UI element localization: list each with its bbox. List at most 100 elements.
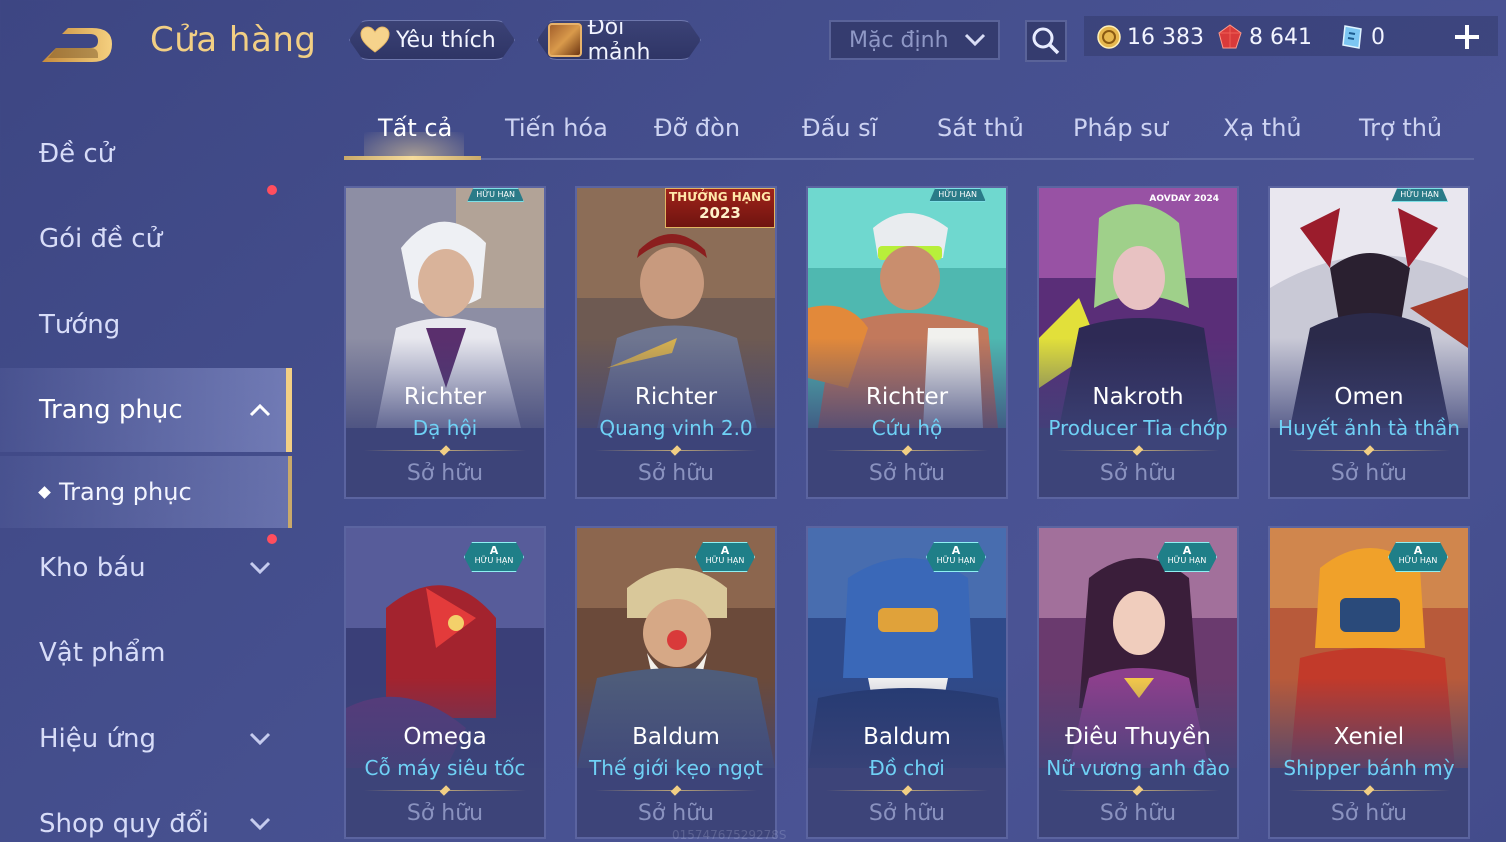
sidebar-item-exchange-shop[interactable]: Shop quy đổi — [0, 782, 292, 842]
sidebar-item-treasure[interactable]: Kho báu — [0, 526, 292, 610]
owned-status: Sở hữu — [637, 801, 715, 826]
limited-badge: HỮU HẠN — [1391, 188, 1448, 202]
skin-card[interactable]: A HỮU HẠN Baldum Thế giới kẹo ngọt Sở hữu — [575, 526, 777, 839]
rank-year: 2023 — [699, 204, 741, 222]
voucher-amount: 0 — [1371, 24, 1385, 50]
sidebar-item-effects[interactable]: Hiệu ứng — [0, 697, 292, 781]
owned-status: Sở hữu — [1099, 461, 1177, 486]
chest-icon — [548, 23, 582, 57]
sort-dropdown[interactable]: Mặc định — [829, 20, 1000, 60]
owned-status: Sở hữu — [406, 461, 484, 486]
skin-name: Thế giới kẹo ngọt — [589, 756, 763, 780]
sidebar-item-items[interactable]: Vật phẩm — [0, 611, 292, 695]
tab-fighter[interactable]: Đấu sĩ — [802, 114, 877, 142]
tab-marksman[interactable]: Xạ thủ — [1223, 114, 1302, 142]
rank-reward-badge: THƯỞNG HẠNG 2023 — [665, 188, 775, 228]
sidebar-item-label: Vật phẩm — [39, 638, 166, 668]
watermark: 01574767529278S — [672, 828, 787, 842]
owned-status: Sở hữu — [868, 461, 946, 486]
skin-card[interactable]: A HỮU HẠN Baldum Đồ chơi Sở hữu — [806, 526, 1008, 839]
grade-letter: A — [489, 544, 499, 557]
hero-name: Richter — [634, 384, 718, 410]
notification-dot — [267, 185, 277, 195]
sidebar-item-label: Gói đề cử — [39, 224, 163, 254]
tab-all[interactable]: Tất cả — [378, 114, 452, 142]
sort-value: Mặc định — [849, 27, 949, 53]
sidebar-item-label: Đề cử — [39, 139, 115, 169]
limited-badge: HỮU HẠN — [467, 188, 524, 202]
skin-card[interactable]: A HỮU HẠN Xeniel Shipper bánh mỳ Sở hữu — [1268, 526, 1470, 839]
owned-status: Sở hữu — [637, 461, 715, 486]
ruby-amount: 8 641 — [1249, 24, 1312, 50]
skin-card[interactable]: A HỮU HẠN Omega Cỗ máy siêu tốc Sở hữu — [344, 526, 546, 839]
gold-amount: 16 383 — [1127, 24, 1204, 50]
tab-evolution[interactable]: Tiến hóa — [505, 114, 608, 142]
event-logo: AOVDAY 2024 — [1149, 194, 1219, 204]
ruby-balance: 8 641 — [1217, 20, 1312, 54]
skin-name: Nữ vương anh đào — [1046, 756, 1230, 780]
chevron-down-icon — [249, 732, 271, 746]
gold-balance: 16 383 — [1097, 20, 1204, 54]
sidebar-item-label: Tướng — [39, 310, 121, 340]
grade-a-badge: A HỮU HẠN — [1388, 542, 1448, 572]
favorite-button[interactable]: Yêu thích — [349, 20, 515, 60]
owned-status: Sở hữu — [1099, 801, 1177, 826]
ruby-icon — [1218, 24, 1242, 49]
sidebar-item-label: Kho báu — [39, 553, 146, 583]
sidebar-item-skins[interactable]: Trang phục — [0, 368, 292, 452]
tab-tank[interactable]: Đỡ đòn — [654, 114, 740, 142]
skin-card[interactable]: AOVDAY 2024 Nakroth Producer Tia chớp Sở… — [1037, 186, 1239, 499]
top-bar: Cửa hàng Yêu thích Đổi mảnh Mặc định 16 … — [0, 0, 1506, 90]
sidebar-item-featured[interactable]: Đề cử — [0, 112, 292, 196]
grade-a-badge: A HỮU HẠN — [1157, 542, 1217, 572]
hero-name: Omen — [1334, 384, 1404, 410]
grade-letter: A — [1413, 544, 1423, 557]
skin-card[interactable]: HỮU HẠN Richter Dạ hội Sở hữu — [344, 186, 546, 499]
sidebar-item-label: Shop quy đổi — [39, 809, 209, 839]
exchange-shards-button[interactable]: Đổi mảnh — [537, 20, 701, 60]
skin-card[interactable]: THƯỞNG HẠNG 2023 Richter Quang vinh 2.0 … — [575, 186, 777, 499]
back-icon[interactable] — [38, 24, 118, 66]
favorite-label: Yêu thích — [396, 27, 496, 53]
chevron-down-icon — [249, 817, 271, 831]
skin-name: Shipper bánh mỳ — [1283, 756, 1455, 780]
hero-name: Baldum — [632, 724, 720, 750]
grade-a-badge: A HỮU HẠN — [464, 542, 524, 572]
notification-dot — [267, 534, 277, 544]
tab-assassin[interactable]: Sát thủ — [937, 114, 1024, 142]
hero-name: Nakroth — [1092, 384, 1184, 410]
tab-support[interactable]: Trợ thủ — [1359, 114, 1442, 142]
owned-status: Sở hữu — [406, 801, 484, 826]
limited-label: HỮU HẠN — [705, 556, 745, 565]
search-icon — [1032, 27, 1060, 55]
tab-mage[interactable]: Pháp sư — [1073, 114, 1168, 142]
chevron-up-icon — [249, 403, 271, 417]
grade-letter: A — [720, 544, 730, 557]
hero-name: Baldum — [863, 724, 951, 750]
skin-card[interactable]: HỮU HẠN Richter Cứu hộ Sở hữu — [806, 186, 1008, 499]
skin-name: Đồ chơi — [869, 756, 945, 780]
skin-name: Producer Tia chớp — [1048, 416, 1228, 440]
search-button[interactable] — [1025, 20, 1067, 62]
hero-name: Richter — [865, 384, 949, 410]
plus-icon[interactable] — [1450, 20, 1484, 54]
chevron-down-icon — [964, 33, 986, 47]
rank-label: THƯỞNG HẠNG — [668, 190, 772, 204]
skin-card[interactable]: HỮU HẠN Omen Huyết ảnh tà thần Sở hữu — [1268, 186, 1470, 499]
owned-status: Sở hữu — [1330, 461, 1408, 486]
owned-status: Sở hữu — [868, 801, 946, 826]
hero-name: Điêu Thuyền — [1065, 724, 1211, 750]
limited-label: HỮU HẠN — [1398, 556, 1438, 565]
sidebar-item-label: Trang phục — [39, 395, 183, 425]
heart-icon — [360, 26, 390, 54]
skin-card[interactable]: A HỮU HẠN Điêu Thuyền Nữ vương anh đào Sở… — [1037, 526, 1239, 839]
sidebar-item-heroes[interactable]: Tướng — [0, 283, 292, 367]
skin-name: Cứu hộ — [871, 416, 943, 440]
active-tab-indicator — [344, 156, 481, 160]
skin-name: Dạ hội — [412, 416, 478, 440]
sidebar-item-featured-bundles[interactable]: Gói đề cử — [0, 185, 292, 281]
sidebar-subitem-skins[interactable]: Trang phục — [0, 456, 292, 528]
grade-a-badge: A HỮU HẠN — [926, 542, 986, 572]
owned-status: Sở hữu — [1330, 801, 1408, 826]
hero-name: Omega — [403, 724, 487, 750]
